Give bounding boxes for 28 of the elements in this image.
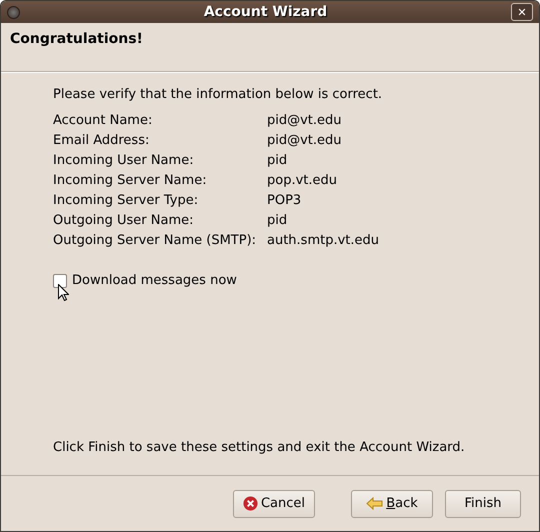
window-menu-icon[interactable] bbox=[7, 6, 20, 18]
field-label: Email Address: bbox=[53, 132, 150, 149]
field-value: pop.vt.edu bbox=[267, 172, 338, 189]
field-value: pid bbox=[267, 152, 288, 169]
footer-note: Click Finish to save these settings and exit the Account Wizard. bbox=[53, 440, 466, 455]
field-label: Outgoing User Name: bbox=[53, 212, 195, 229]
checkbox[interactable] bbox=[53, 274, 67, 288]
arrow-left-icon bbox=[366, 497, 384, 510]
field-label: Account Name: bbox=[53, 112, 154, 129]
close-button[interactable]: ✕ bbox=[511, 3, 533, 21]
window-title: Account Wizard bbox=[202, 4, 328, 20]
field-value: auth.smtp.vt.edu bbox=[267, 232, 380, 249]
field-label: Incoming User Name: bbox=[53, 152, 195, 169]
field-label: Incoming Server Name: bbox=[53, 172, 208, 189]
page-title: Congratulations! bbox=[10, 31, 143, 47]
cancel-icon bbox=[242, 496, 258, 511]
field-label: Outgoing Server Name (SMTP): bbox=[53, 232, 258, 249]
intro-text: Please verify that the information below is correct. bbox=[53, 87, 384, 102]
field-label: Incoming Server Type: bbox=[53, 192, 200, 209]
mouse-pointer-icon bbox=[58, 284, 69, 301]
checkbox-label[interactable]: Download messages now bbox=[72, 273, 237, 288]
field-value: pid@vt.edu bbox=[267, 112, 343, 129]
field-value: pid@vt.edu bbox=[267, 132, 343, 149]
field-value: pid bbox=[267, 212, 288, 229]
finish-button[interactable]: Finish bbox=[445, 490, 521, 518]
field-value: POP3 bbox=[267, 192, 302, 209]
cancel-button[interactable]: Cancel bbox=[233, 490, 315, 518]
back-button[interactable]: Back bbox=[351, 490, 433, 518]
